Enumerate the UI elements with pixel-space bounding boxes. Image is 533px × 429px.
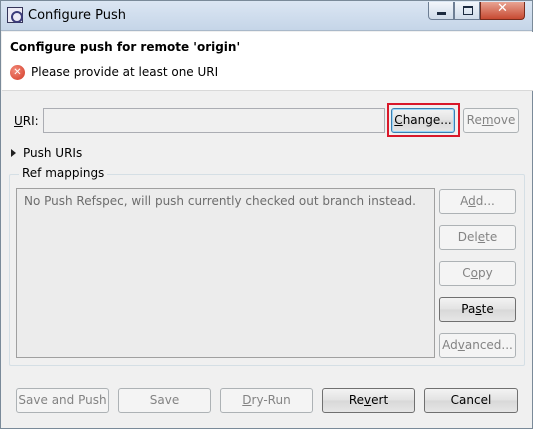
advanced-button[interactable]: Advanced... — [439, 333, 516, 358]
refspec-list[interactable]: No Push Refspec, will push currently che… — [16, 188, 435, 358]
close-icon: ✕ — [497, 1, 508, 16]
configure-push-dialog: Configure Push ✕ Configure push for remo… — [0, 0, 533, 429]
copy-button[interactable]: Copy — [439, 261, 516, 286]
close-button[interactable]: ✕ — [480, 1, 525, 20]
maximize-button[interactable] — [454, 2, 480, 20]
uri-input[interactable] — [43, 108, 385, 133]
window-title: Configure Push — [28, 8, 127, 23]
refspec-empty-message: No Push Refspec, will push currently che… — [24, 194, 416, 208]
error-icon: ✕ — [10, 65, 25, 80]
expand-arrow-icon[interactable] — [11, 149, 16, 157]
remove-button[interactable]: Remove — [463, 108, 519, 133]
dry-run-button[interactable]: Dry-Run — [220, 388, 313, 413]
uri-label: URI: — [14, 114, 39, 128]
title-bar[interactable]: Configure Push ✕ — [1, 1, 532, 31]
save-and-push-button[interactable]: Save and Push — [16, 388, 109, 413]
delete-button[interactable]: Delete — [439, 225, 516, 250]
minimize-button[interactable] — [428, 2, 454, 20]
save-button[interactable]: Save — [118, 388, 211, 413]
dialog-heading: Configure push for remote 'origin' — [10, 40, 241, 54]
dialog-header: Configure push for remote 'origin' ✕ Ple… — [2, 32, 533, 91]
cancel-button[interactable]: Cancel — [424, 388, 518, 413]
revert-button[interactable]: Revert — [322, 388, 415, 413]
minimize-icon — [437, 12, 446, 15]
push-uris-label: Push URIs — [23, 146, 83, 160]
error-message: Please provide at least one URI — [31, 65, 219, 79]
add-button[interactable]: Add... — [439, 189, 516, 214]
maximize-icon — [463, 6, 473, 15]
app-icon — [7, 7, 23, 23]
ref-mappings-label: Ref mappings — [19, 166, 108, 180]
change-button[interactable]: Change... — [391, 108, 455, 133]
paste-button[interactable]: Paste — [439, 297, 516, 322]
